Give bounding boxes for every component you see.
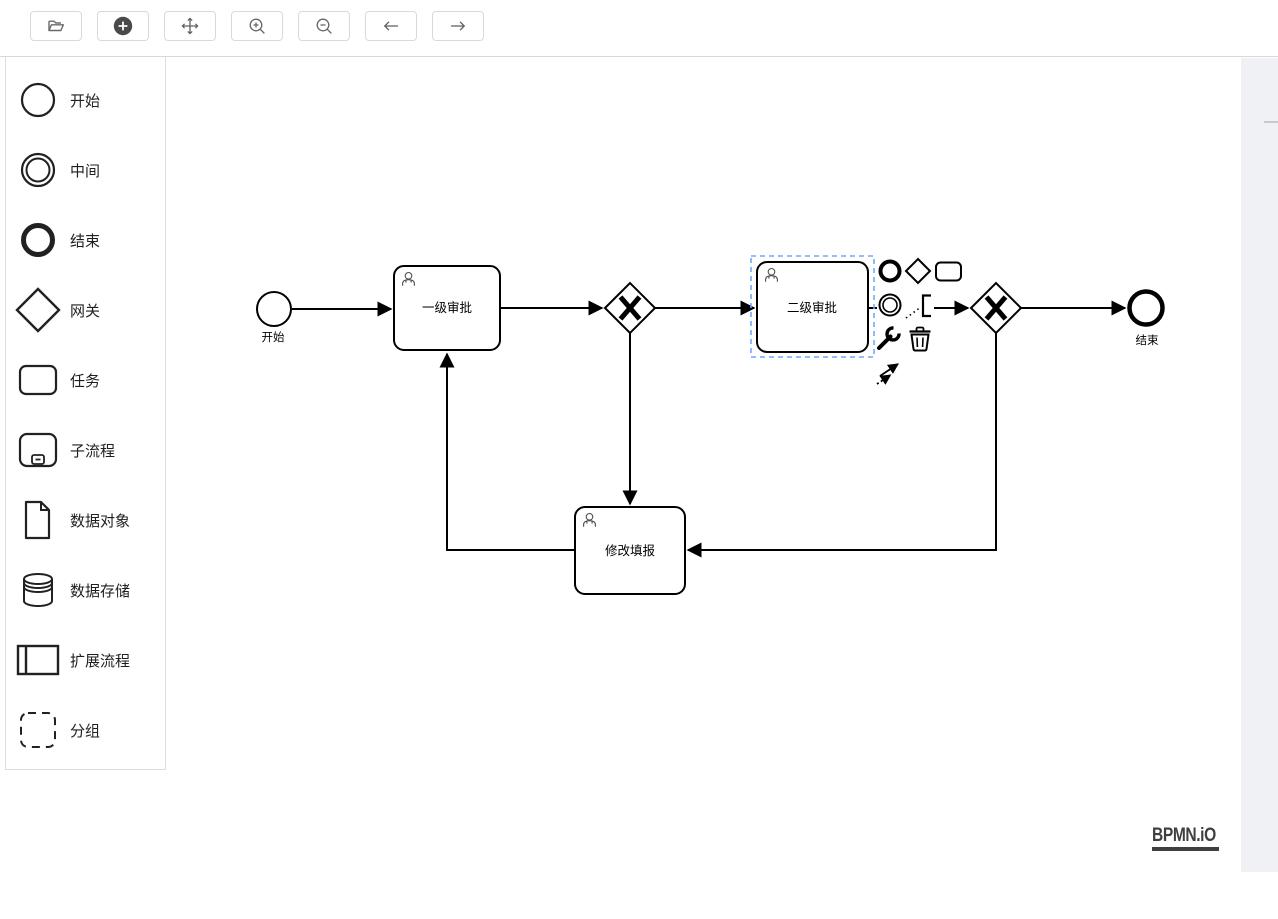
- folder-open-icon: [46, 16, 66, 36]
- arrow-right-icon: [448, 16, 468, 36]
- context-pad-append-gateway-button[interactable]: [905, 258, 931, 284]
- end-event-label: 结束: [1136, 334, 1159, 347]
- end-event-icon: [6, 220, 70, 260]
- palette-item-label: 数据对象: [70, 510, 130, 531]
- palette-item-label: 数据存储: [70, 580, 130, 601]
- context-pad-change-type-button[interactable]: [875, 325, 902, 352]
- zoom-in-icon: [247, 16, 267, 36]
- watermark-underline: [1152, 847, 1219, 851]
- open-file-button[interactable]: [30, 11, 82, 41]
- task-icon: [6, 360, 70, 400]
- arrow-left-icon: [381, 16, 401, 36]
- palette-item-task[interactable]: 任务: [6, 345, 165, 415]
- start-event-node[interactable]: 开始: [257, 292, 291, 344]
- palette-item-data-store[interactable]: 数据存储: [6, 555, 165, 625]
- sequence-flow[interactable]: [447, 354, 575, 550]
- context-pad-append-end-event-button[interactable]: [878, 259, 903, 284]
- end-event-icon: [881, 262, 900, 281]
- exclusive-gateway-1[interactable]: [605, 283, 655, 333]
- palette-item-label: 子流程: [70, 440, 115, 461]
- palette-item-intermediate-event[interactable]: 中间: [6, 135, 165, 205]
- data-object-icon: [6, 500, 70, 540]
- palette-item-data-object[interactable]: 数据对象: [6, 485, 165, 555]
- watermark-text: BPMN.iO: [1152, 826, 1216, 846]
- zoom-out-button[interactable]: [298, 11, 350, 41]
- palette-item-gateway[interactable]: 网关: [6, 275, 165, 345]
- context-pad-append-task-button[interactable]: [934, 260, 963, 283]
- context-pad-append-intermediate-event-button[interactable]: [877, 292, 904, 319]
- task-label: 修改填报: [605, 543, 656, 558]
- user-task-approve-2[interactable]: 二级审批: [757, 262, 868, 352]
- exclusive-gateway-2[interactable]: [971, 283, 1021, 333]
- palette-item-label: 网关: [70, 300, 100, 321]
- palette-item-label: 结束: [70, 230, 100, 251]
- palette-item-label: 扩展流程: [70, 650, 130, 671]
- palette-item-expanded-process[interactable]: 扩展流程: [6, 625, 165, 695]
- scrollbar-thumb[interactable]: [1264, 121, 1278, 123]
- expanded-process-icon: [6, 642, 70, 678]
- start-event-label: 开始: [262, 330, 285, 344]
- diagram-canvas[interactable]: 开始 一级审批 二级审批: [0, 57, 1278, 919]
- context-pad: [873, 258, 963, 387]
- sequence-flow[interactable]: [688, 333, 996, 550]
- palette-item-label: 任务: [70, 370, 100, 391]
- bpmn-io-watermark[interactable]: BPMN.iO: [1152, 826, 1230, 851]
- task-label: 二级审批: [787, 300, 837, 315]
- pan-tool-button[interactable]: [164, 11, 216, 41]
- plus-circle-icon: [113, 16, 133, 36]
- palette-item-end-event[interactable]: 结束: [6, 205, 165, 275]
- subprocess-icon: [6, 430, 70, 470]
- element-palette: 开始 中间 结束 网关 任务: [5, 57, 166, 770]
- context-pad-delete-button[interactable]: [907, 324, 933, 353]
- redo-button[interactable]: [432, 11, 484, 41]
- move-icon: [180, 16, 200, 36]
- create-new-button[interactable]: [97, 11, 149, 41]
- gateway-icon: [6, 287, 70, 333]
- task-icon: [936, 263, 961, 281]
- start-event-icon: [6, 80, 70, 120]
- user-task-approve-1[interactable]: 一级审批: [394, 266, 500, 350]
- group-icon: [6, 710, 70, 750]
- zoom-in-button[interactable]: [231, 11, 283, 41]
- context-pad-append-text-annotation-button[interactable]: [903, 292, 934, 320]
- bpmn-editor: 开始 中间 结束 网关 任务: [0, 0, 1278, 919]
- task-label: 一级审批: [422, 300, 472, 315]
- palette-item-label: 中间: [70, 160, 100, 181]
- palette-item-label: 开始: [70, 90, 100, 111]
- intermediate-event-icon: [6, 150, 70, 190]
- toolbar: [0, 0, 1278, 57]
- context-pad-connect-button[interactable]: [873, 357, 908, 387]
- user-task-revise[interactable]: 修改填报: [575, 507, 685, 594]
- palette-item-label: 分组: [70, 720, 100, 741]
- end-event-node[interactable]: 结束: [1130, 292, 1163, 348]
- palette-item-group[interactable]: 分组: [6, 695, 165, 765]
- undo-button[interactable]: [365, 11, 417, 41]
- data-store-icon: [6, 570, 70, 610]
- palette-item-start-event[interactable]: 开始: [6, 65, 165, 135]
- zoom-out-icon: [314, 16, 334, 36]
- right-side-panel: [1241, 58, 1278, 872]
- palette-item-subprocess[interactable]: 子流程: [6, 415, 165, 485]
- trash-icon: [910, 328, 931, 351]
